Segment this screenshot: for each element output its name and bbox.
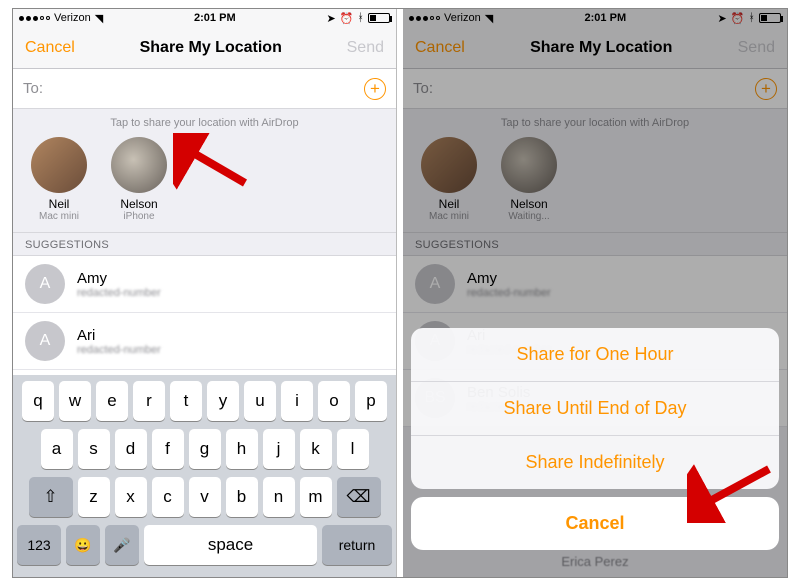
key-v[interactable]: v (189, 477, 221, 517)
airdrop-person-neil[interactable]: Neil Mac mini (27, 137, 91, 222)
key-g[interactable]: g (189, 429, 221, 469)
avatar (31, 137, 87, 193)
contact-detail: redacted-number (77, 287, 161, 299)
status-bar: Verizon ◥ 2:01 PM ➤ ⏰ ᚼ (13, 9, 396, 27)
signal-dots-icon (19, 16, 50, 21)
key-c[interactable]: c (152, 477, 184, 517)
airdrop-device: iPhone (107, 211, 171, 222)
key-f[interactable]: f (152, 429, 184, 469)
airdrop-person-nelson[interactable]: Nelson iPhone (107, 137, 171, 222)
phone-screen-left: Verizon ◥ 2:01 PM ➤ ⏰ ᚼ Cancel Share My … (13, 9, 397, 577)
key-m[interactable]: m (300, 477, 332, 517)
key-r[interactable]: r (133, 381, 165, 421)
key-k[interactable]: k (300, 429, 332, 469)
annotation-arrow-icon (687, 463, 777, 523)
page-title: Share My Location (140, 39, 282, 57)
key-w[interactable]: w (59, 381, 91, 421)
key-return[interactable]: return (322, 525, 392, 565)
action-sheet: Share for One Hour Share Until End of Da… (411, 328, 779, 569)
key-u[interactable]: u (244, 381, 276, 421)
key-l[interactable]: l (337, 429, 369, 469)
wifi-icon: ◥ (95, 12, 103, 25)
below-contact-name: Erica Perez (411, 554, 779, 569)
key-j[interactable]: j (263, 429, 295, 469)
airdrop-hint: Tap to share your location with AirDrop (13, 109, 396, 133)
carrier-label: Verizon (54, 12, 91, 24)
phone-screen-right: Verizon ◥ 2:01 PM ➤ ⏰ ᚼ Cancel Share My … (403, 9, 787, 577)
battery-icon (368, 13, 390, 23)
key-emoji[interactable]: 😀 (66, 525, 100, 565)
key-o[interactable]: o (318, 381, 350, 421)
key-z[interactable]: z (78, 477, 110, 517)
cancel-button[interactable]: Cancel (25, 39, 75, 57)
avatar: A (25, 264, 65, 304)
keyboard[interactable]: q w e r t y u i o p a s d f g h j k l (13, 375, 396, 577)
send-button: Send (347, 39, 384, 57)
key-mic[interactable]: 🎤 (105, 525, 139, 565)
contact-detail: redacted-number (77, 344, 161, 356)
key-d[interactable]: d (115, 429, 147, 469)
key-shift[interactable]: ⇧ (29, 477, 73, 517)
airdrop-name: Nelson (107, 197, 171, 211)
share-end-of-day-button[interactable]: Share Until End of Day (411, 382, 779, 436)
key-h[interactable]: h (226, 429, 258, 469)
airdrop-device: Mac mini (27, 211, 91, 222)
key-space[interactable]: space (144, 525, 317, 565)
key-q[interactable]: q (22, 381, 54, 421)
key-x[interactable]: x (115, 477, 147, 517)
key-a[interactable]: a (41, 429, 73, 469)
nav-bar: Cancel Share My Location Send (13, 27, 396, 69)
avatar: A (25, 321, 65, 361)
alarm-icon: ⏰ (340, 12, 354, 25)
clock-label: 2:01 PM (194, 12, 236, 24)
key-i[interactable]: i (281, 381, 313, 421)
key-backspace[interactable]: ⌫ (337, 477, 381, 517)
key-s[interactable]: s (78, 429, 110, 469)
to-field[interactable]: To: + (13, 69, 396, 109)
key-e[interactable]: e (96, 381, 128, 421)
contact-name: Ari (77, 327, 161, 344)
key-t[interactable]: t (170, 381, 202, 421)
to-label: To: (23, 80, 43, 97)
add-contact-button[interactable]: + (364, 78, 386, 100)
list-item[interactable]: A Amyredacted-number (13, 256, 396, 313)
location-icon: ➤ (326, 12, 335, 25)
contact-name: Amy (77, 270, 161, 287)
bluetooth-icon: ᚼ (357, 12, 364, 24)
avatar (111, 137, 167, 193)
list-item[interactable]: A Ariredacted-number (13, 313, 396, 370)
key-n[interactable]: n (263, 477, 295, 517)
airdrop-name: Neil (27, 197, 91, 211)
annotation-arrow-icon (173, 133, 253, 193)
suggestions-header: SUGGESTIONS (13, 232, 396, 256)
share-one-hour-button[interactable]: Share for One Hour (411, 328, 779, 382)
key-123[interactable]: 123 (17, 525, 61, 565)
key-p[interactable]: p (355, 381, 387, 421)
key-y[interactable]: y (207, 381, 239, 421)
key-b[interactable]: b (226, 477, 258, 517)
